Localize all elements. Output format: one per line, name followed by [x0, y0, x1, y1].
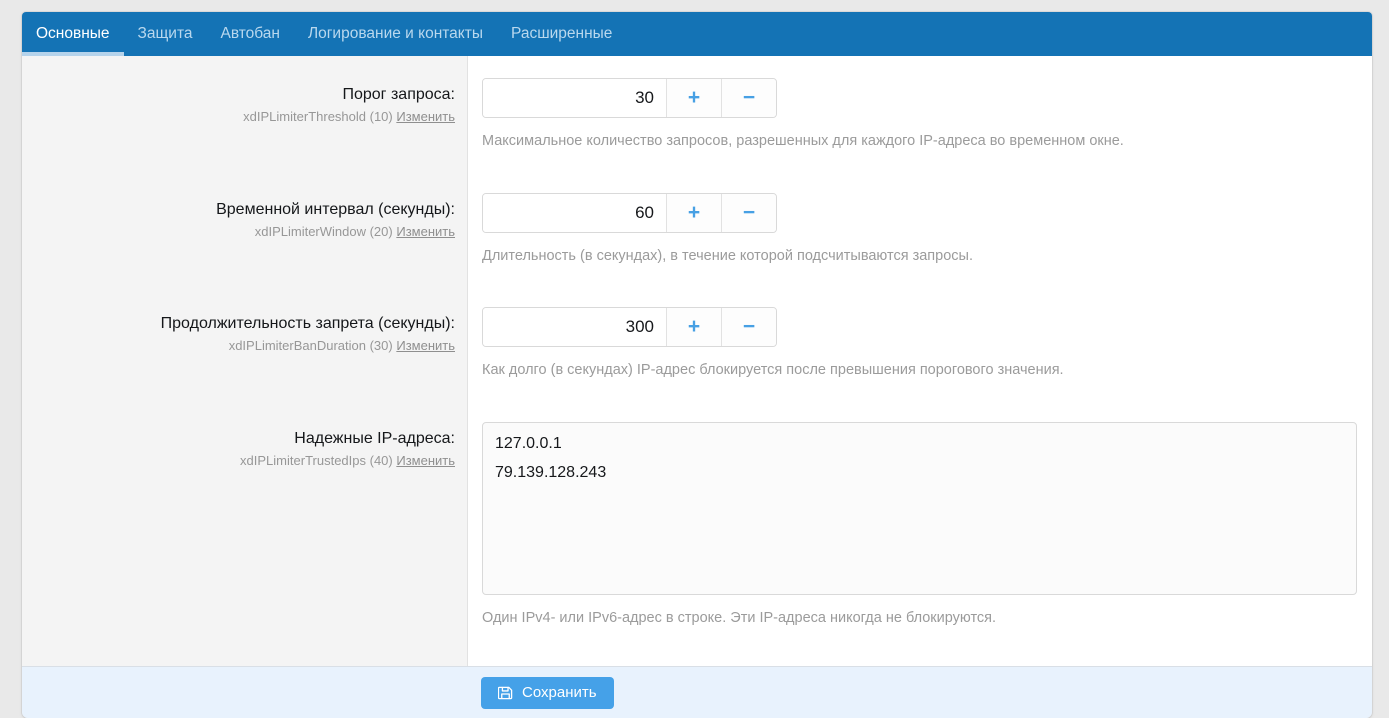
decrement-button[interactable]: −: [721, 79, 776, 117]
edit-option-link[interactable]: Изменить: [396, 109, 455, 124]
option-id: xdIPLimiterBanDuration (30) Изменить: [52, 338, 455, 355]
edit-option-link[interactable]: Изменить: [396, 224, 455, 239]
option-control-cell: + − Длительность (в секундах), в течение…: [467, 193, 1372, 267]
option-id-text: xdIPLimiterBanDuration (30): [229, 338, 393, 353]
tab-main[interactable]: Основные: [22, 12, 124, 56]
trusted-ips-textarea[interactable]: 127.0.0.1 79.139.128.243: [482, 422, 1357, 595]
option-description: Как долго (в секундах) IP-адрес блокируе…: [482, 361, 1357, 381]
save-button-label: Сохранить: [522, 684, 597, 701]
increment-button[interactable]: +: [666, 308, 721, 346]
number-spinner: + −: [482, 307, 777, 347]
option-id: xdIPLimiterWindow (20) Изменить: [52, 224, 455, 241]
decrement-button[interactable]: −: [721, 308, 776, 346]
option-description: Длительность (в секундах), в течение кот…: [482, 247, 1357, 267]
option-description: Максимальное количество запросов, разреш…: [482, 132, 1357, 152]
option-title: Временной интервал (секунды):: [52, 200, 455, 220]
tab-bar: Основные Защита Автобан Логирование и ко…: [22, 12, 1372, 56]
edit-option-link[interactable]: Изменить: [396, 338, 455, 353]
number-spinner: + −: [482, 78, 777, 118]
option-id-text: xdIPLimiterThreshold (10): [243, 109, 393, 124]
option-label-cell: Временной интервал (секунды): xdIPLimite…: [22, 193, 467, 267]
tab-logging-contacts[interactable]: Логирование и контакты: [294, 12, 497, 56]
floppy-disk-icon: [498, 685, 513, 700]
option-id: xdIPLimiterTrustedIps (40) Изменить: [52, 453, 455, 470]
option-control-cell: 127.0.0.1 79.139.128.243 Один IPv4- или …: [467, 422, 1372, 629]
ban-duration-input[interactable]: [483, 308, 666, 346]
option-id: xdIPLimiterThreshold (10) Изменить: [52, 109, 455, 126]
threshold-input[interactable]: [483, 79, 666, 117]
decrement-button[interactable]: −: [721, 194, 776, 232]
options-form: Порог запроса: xdIPLimiterThreshold (10)…: [22, 56, 1372, 666]
form-footer: Сохранить: [22, 666, 1372, 718]
option-row-trusted-ips: Надежные IP-адреса: xdIPLimiterTrustedIp…: [22, 422, 1372, 629]
option-control-cell: + − Максимальное количество запросов, ра…: [467, 78, 1372, 152]
option-id-text: xdIPLimiterTrustedIps (40): [240, 453, 393, 468]
increment-button[interactable]: +: [666, 79, 721, 117]
window-input[interactable]: [483, 194, 666, 232]
tab-autoban[interactable]: Автобан: [207, 12, 294, 56]
option-label-cell: Надежные IP-адреса: xdIPLimiterTrustedIp…: [22, 422, 467, 629]
increment-button[interactable]: +: [666, 194, 721, 232]
tab-protection[interactable]: Защита: [124, 12, 207, 56]
option-label-cell: Порог запроса: xdIPLimiterThreshold (10)…: [22, 78, 467, 152]
option-id-text: xdIPLimiterWindow (20): [255, 224, 393, 239]
save-button[interactable]: Сохранить: [481, 677, 614, 709]
option-description: Один IPv4- или IPv6-адрес в строке. Эти …: [482, 609, 1357, 629]
option-control-cell: + − Как долго (в секундах) IP-адрес блок…: [467, 307, 1372, 381]
option-row-threshold: Порог запроса: xdIPLimiterThreshold (10)…: [22, 78, 1372, 152]
option-title: Надежные IP-адреса:: [52, 429, 455, 449]
tab-advanced[interactable]: Расширенные: [497, 12, 626, 56]
option-title: Продолжительность запрета (секунды):: [52, 314, 455, 334]
number-spinner: + −: [482, 193, 777, 233]
options-panel: Основные Защита Автобан Логирование и ко…: [22, 12, 1372, 718]
option-row-window: Временной интервал (секунды): xdIPLimite…: [22, 193, 1372, 267]
option-row-ban-duration: Продолжительность запрета (секунды): xdI…: [22, 307, 1372, 381]
edit-option-link[interactable]: Изменить: [396, 453, 455, 468]
option-title: Порог запроса:: [52, 85, 455, 105]
option-label-cell: Продолжительность запрета (секунды): xdI…: [22, 307, 467, 381]
